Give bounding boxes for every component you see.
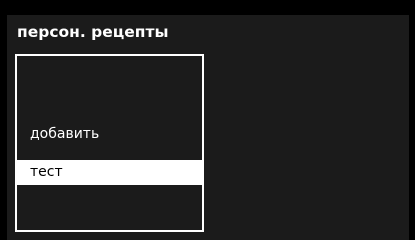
menu-item-add[interactable]: добавить (17, 122, 202, 147)
screen: персон. рецепты добавить тест (0, 0, 415, 240)
menu-item-test[interactable]: тест (17, 160, 202, 185)
recipe-menu: добавить тест (15, 54, 204, 232)
page-title: персон. рецепты (17, 23, 169, 41)
